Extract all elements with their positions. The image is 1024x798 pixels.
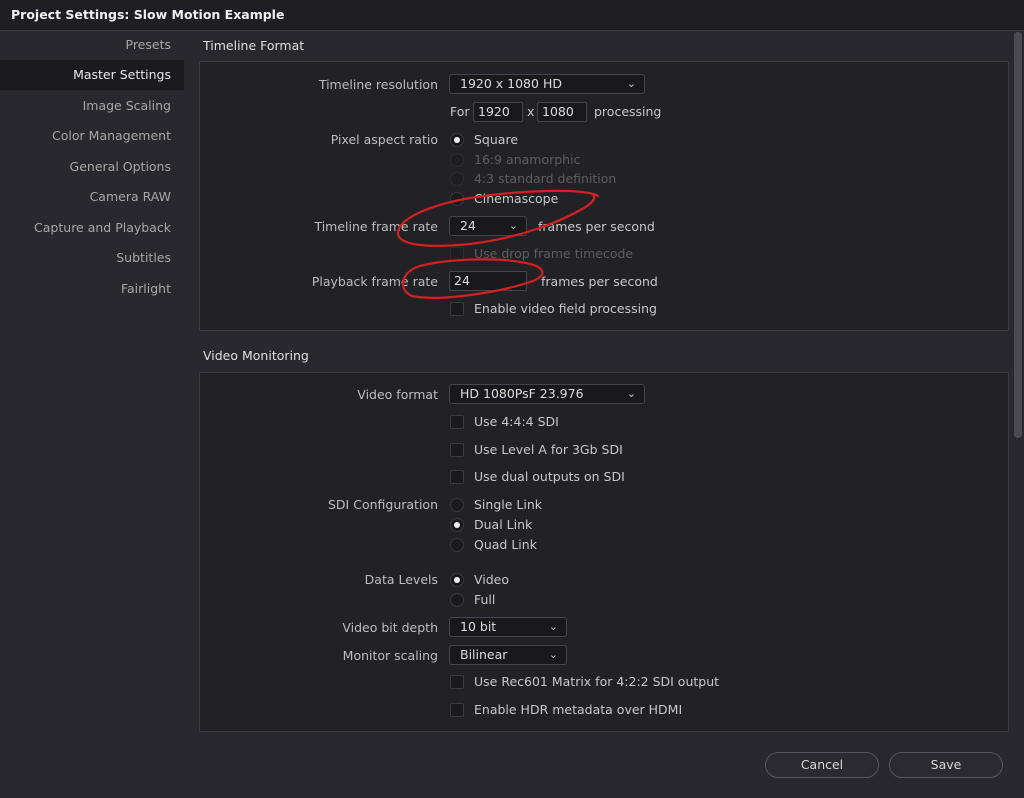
radio-square[interactable]: [450, 133, 464, 147]
video-monitoring-heading: Video Monitoring: [203, 348, 309, 363]
timeline-fps-label: frames per second: [538, 219, 655, 234]
sidebar-item-capture-playback[interactable]: Capture and Playback: [0, 213, 184, 243]
radio-video-levels[interactable]: [450, 573, 464, 587]
resolution-width-input[interactable]: 1920: [473, 102, 523, 122]
radio-dual-link-label: Dual Link: [474, 517, 533, 532]
save-button[interactable]: Save: [889, 752, 1003, 778]
for-label: For: [450, 104, 470, 119]
video-format-value: HD 1080PsF 23.976: [460, 386, 584, 401]
timeline-resolution-value: 1920 x 1080 HD: [460, 76, 562, 91]
video-bit-depth-label: Video bit depth: [342, 620, 438, 635]
sdi-configuration-label: SDI Configuration: [328, 497, 438, 512]
video-format-label: Video format: [357, 387, 438, 402]
timeline-format-panel: [199, 61, 1009, 331]
resolution-height-input[interactable]: 1080: [537, 102, 587, 122]
resolution-x-label: x: [527, 104, 535, 119]
video-bit-depth-value: 10 bit: [460, 619, 497, 634]
timeline-resolution-select[interactable]: 1920 x 1080 HD ⌄: [449, 74, 645, 94]
dual-outputs-checkbox[interactable]: [450, 470, 464, 484]
playback-fps-label: frames per second: [541, 274, 658, 289]
field-processing-checkbox[interactable]: [450, 302, 464, 316]
radio-square-label: Square: [474, 132, 519, 147]
radio-cinemascope[interactable]: [450, 192, 464, 206]
timeline-frame-rate-select[interactable]: 24 ⌄: [449, 216, 527, 236]
chevron-down-icon: ⌄: [548, 620, 558, 633]
drop-frame-checkbox: [450, 247, 464, 261]
monitor-scaling-value: Bilinear: [460, 647, 508, 662]
sidebar-item-master-settings[interactable]: Master Settings: [0, 60, 184, 90]
sidebar-item-presets[interactable]: Presets: [0, 30, 184, 60]
sidebar-item-color-management[interactable]: Color Management: [0, 121, 184, 151]
radio-16-9-anamorphic: [450, 153, 464, 167]
radio-quad-link[interactable]: [450, 538, 464, 552]
playback-frame-rate-label: Playback frame rate: [311, 274, 438, 289]
playback-frame-rate-input[interactable]: 24: [449, 271, 527, 291]
radio-single-link[interactable]: [450, 498, 464, 512]
dual-outputs-label: Use dual outputs on SDI: [474, 469, 625, 484]
use-444-sdi-label: Use 4:4:4 SDI: [474, 414, 559, 429]
cancel-button[interactable]: Cancel: [765, 752, 879, 778]
radio-16-9-label: 16:9 anamorphic: [474, 152, 581, 167]
use-444-sdi-checkbox[interactable]: [450, 415, 464, 429]
video-bit-depth-select[interactable]: 10 bit ⌄: [449, 617, 567, 637]
sidebar-item-general-options[interactable]: General Options: [0, 152, 184, 182]
radio-quad-link-label: Quad Link: [474, 537, 537, 552]
hdr-metadata-checkbox[interactable]: [450, 703, 464, 717]
data-levels-label: Data Levels: [364, 572, 438, 587]
timeline-resolution-label: Timeline resolution: [318, 77, 438, 92]
hdr-metadata-label: Enable HDR metadata over HDMI: [474, 702, 683, 717]
level-a-checkbox[interactable]: [450, 443, 464, 457]
radio-dual-link[interactable]: [450, 518, 464, 532]
field-processing-label: Enable video field processing: [474, 301, 657, 316]
chevron-down-icon: ⌄: [626, 77, 636, 90]
timeline-frame-rate-label: Timeline frame rate: [314, 219, 438, 234]
rec601-checkbox[interactable]: [450, 675, 464, 689]
sidebar-item-subtitles[interactable]: Subtitles: [0, 243, 184, 273]
radio-video-label: Video: [474, 572, 510, 587]
chevron-down-icon: ⌄: [548, 648, 558, 661]
rec601-label: Use Rec601 Matrix for 4:2:2 SDI output: [474, 674, 720, 689]
level-a-label: Use Level A for 3Gb SDI: [474, 442, 623, 457]
title-bar: Project Settings: Slow Motion Example: [0, 0, 1024, 31]
chevron-down-icon: ⌄: [626, 387, 636, 400]
radio-4-3-standard: [450, 172, 464, 186]
monitor-scaling-label: Monitor scaling: [342, 648, 438, 663]
timeline-frame-rate-value: 24: [460, 218, 476, 233]
vertical-scrollbar[interactable]: [1014, 32, 1022, 438]
radio-full-levels[interactable]: [450, 593, 464, 607]
sidebar-item-camera-raw[interactable]: Camera RAW: [0, 182, 184, 212]
radio-cinemascope-label: Cinemascope: [474, 191, 559, 206]
sidebar-item-fairlight[interactable]: Fairlight: [0, 274, 184, 304]
monitor-scaling-select[interactable]: Bilinear ⌄: [449, 645, 567, 665]
sidebar-item-image-scaling[interactable]: Image Scaling: [0, 91, 184, 121]
window-title: Project Settings: Slow Motion Example: [11, 7, 285, 22]
chevron-down-icon: ⌄: [508, 219, 518, 232]
radio-single-link-label: Single Link: [474, 497, 542, 512]
drop-frame-label: Use drop frame timecode: [474, 246, 634, 261]
timeline-format-heading: Timeline Format: [203, 38, 305, 53]
video-format-select[interactable]: HD 1080PsF 23.976 ⌄: [449, 384, 645, 404]
processing-label: processing: [594, 104, 662, 119]
radio-full-label: Full: [474, 592, 496, 607]
pixel-aspect-label: Pixel aspect ratio: [330, 132, 438, 147]
sidebar: Presets Master Settings Image Scaling Co…: [0, 30, 184, 798]
radio-4-3-label: 4:3 standard definition: [474, 171, 617, 186]
